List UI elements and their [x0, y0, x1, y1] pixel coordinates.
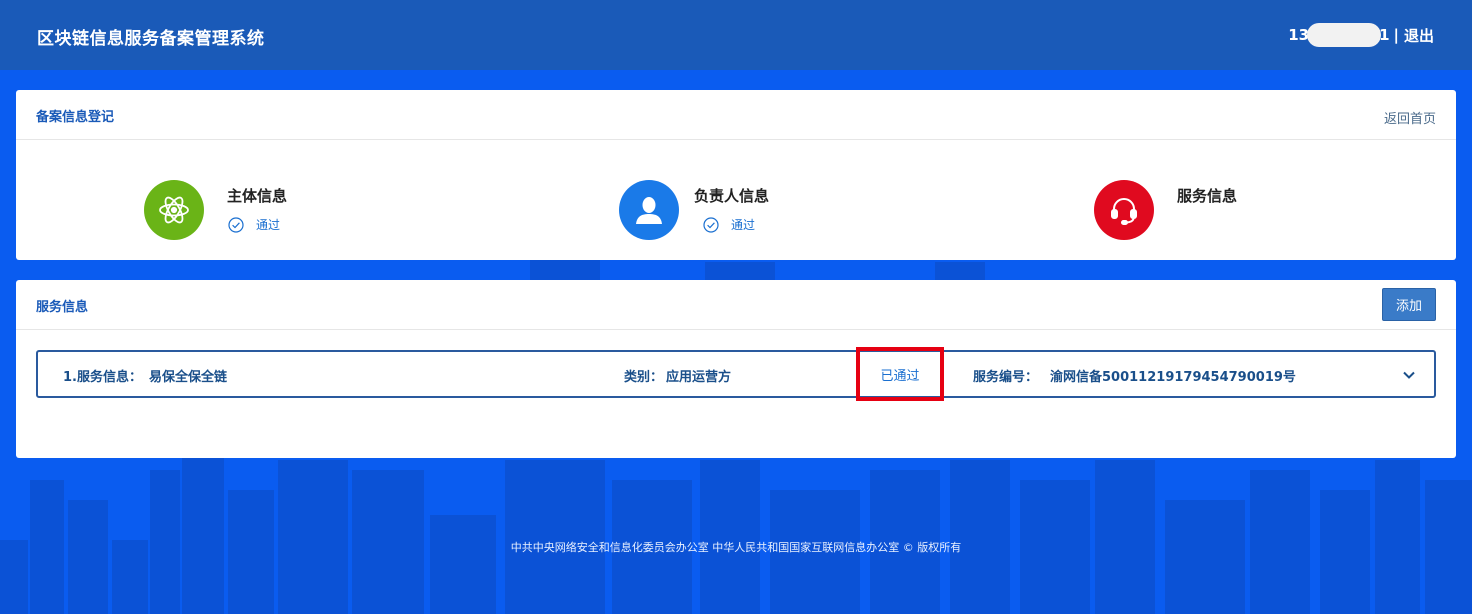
- registration-title: 备案信息登记: [36, 110, 115, 125]
- step-status: 通过: [703, 216, 755, 233]
- atom-icon: [144, 180, 204, 240]
- service-number: 渝网信备50011219179454790019号: [1050, 370, 1296, 385]
- step-label: 主体信息: [227, 187, 288, 205]
- top-bar: 区块链信息服务备案管理系统 13 1 | 退出: [0, 0, 1472, 70]
- user-phone-mask: [1307, 23, 1382, 47]
- step-status: 通过: [228, 216, 280, 233]
- add-button[interactable]: 添加: [1382, 288, 1436, 321]
- registration-card-header: 备案信息登记 返回首页: [16, 90, 1456, 140]
- system-title: 区块链信息服务备案管理系统: [37, 29, 265, 49]
- registration-card: 备案信息登记 返回首页 主体信息 通过 负责人信息 通过 服务信息: [16, 90, 1456, 260]
- services-title: 服务信息: [36, 300, 89, 315]
- step-label: 服务信息: [1177, 187, 1238, 205]
- service-name: 易保全保全链: [149, 370, 228, 385]
- step-status-text: 通过: [256, 218, 281, 232]
- chevron-down-icon[interactable]: [1402, 368, 1416, 382]
- category-label: 类别：: [624, 370, 664, 385]
- service-name-label: 1.服务信息：: [63, 370, 142, 385]
- user-phone-suffix: 1: [1379, 26, 1390, 44]
- check-circle-icon: [228, 216, 244, 233]
- back-home-link[interactable]: 返回首页: [1384, 108, 1436, 127]
- services-card: 服务信息 添加 1.服务信息： 易保全保全链 类别： 应用运营方 已通过 服务编…: [16, 280, 1456, 458]
- footer-copyright: 中共中央网络安全和信息化委员会办公室 中华人民共和国国家互联网信息办公室 © 版…: [510, 541, 962, 554]
- logout-link[interactable]: 退出: [1404, 25, 1434, 46]
- step-status-text: 通过: [731, 218, 756, 232]
- service-number-label: 服务编号：: [973, 370, 1039, 385]
- user-icon: [619, 180, 679, 240]
- user-area: 13 1 | 退出: [1288, 23, 1434, 47]
- service-status: 已通过: [880, 368, 920, 384]
- check-circle-icon: [703, 216, 719, 233]
- step-label: 负责人信息: [694, 187, 770, 205]
- service-row[interactable]: 1.服务信息： 易保全保全链 类别： 应用运营方 已通过 服务编号： 渝网信备5…: [36, 347, 1436, 401]
- service-status-highlight: 已通过: [856, 347, 944, 401]
- user-phone-prefix: 13: [1288, 26, 1310, 44]
- separator: |: [1393, 26, 1399, 44]
- category-value: 应用运营方: [666, 370, 732, 385]
- headset-icon: [1094, 180, 1154, 240]
- services-card-header: 服务信息 添加: [16, 280, 1456, 330]
